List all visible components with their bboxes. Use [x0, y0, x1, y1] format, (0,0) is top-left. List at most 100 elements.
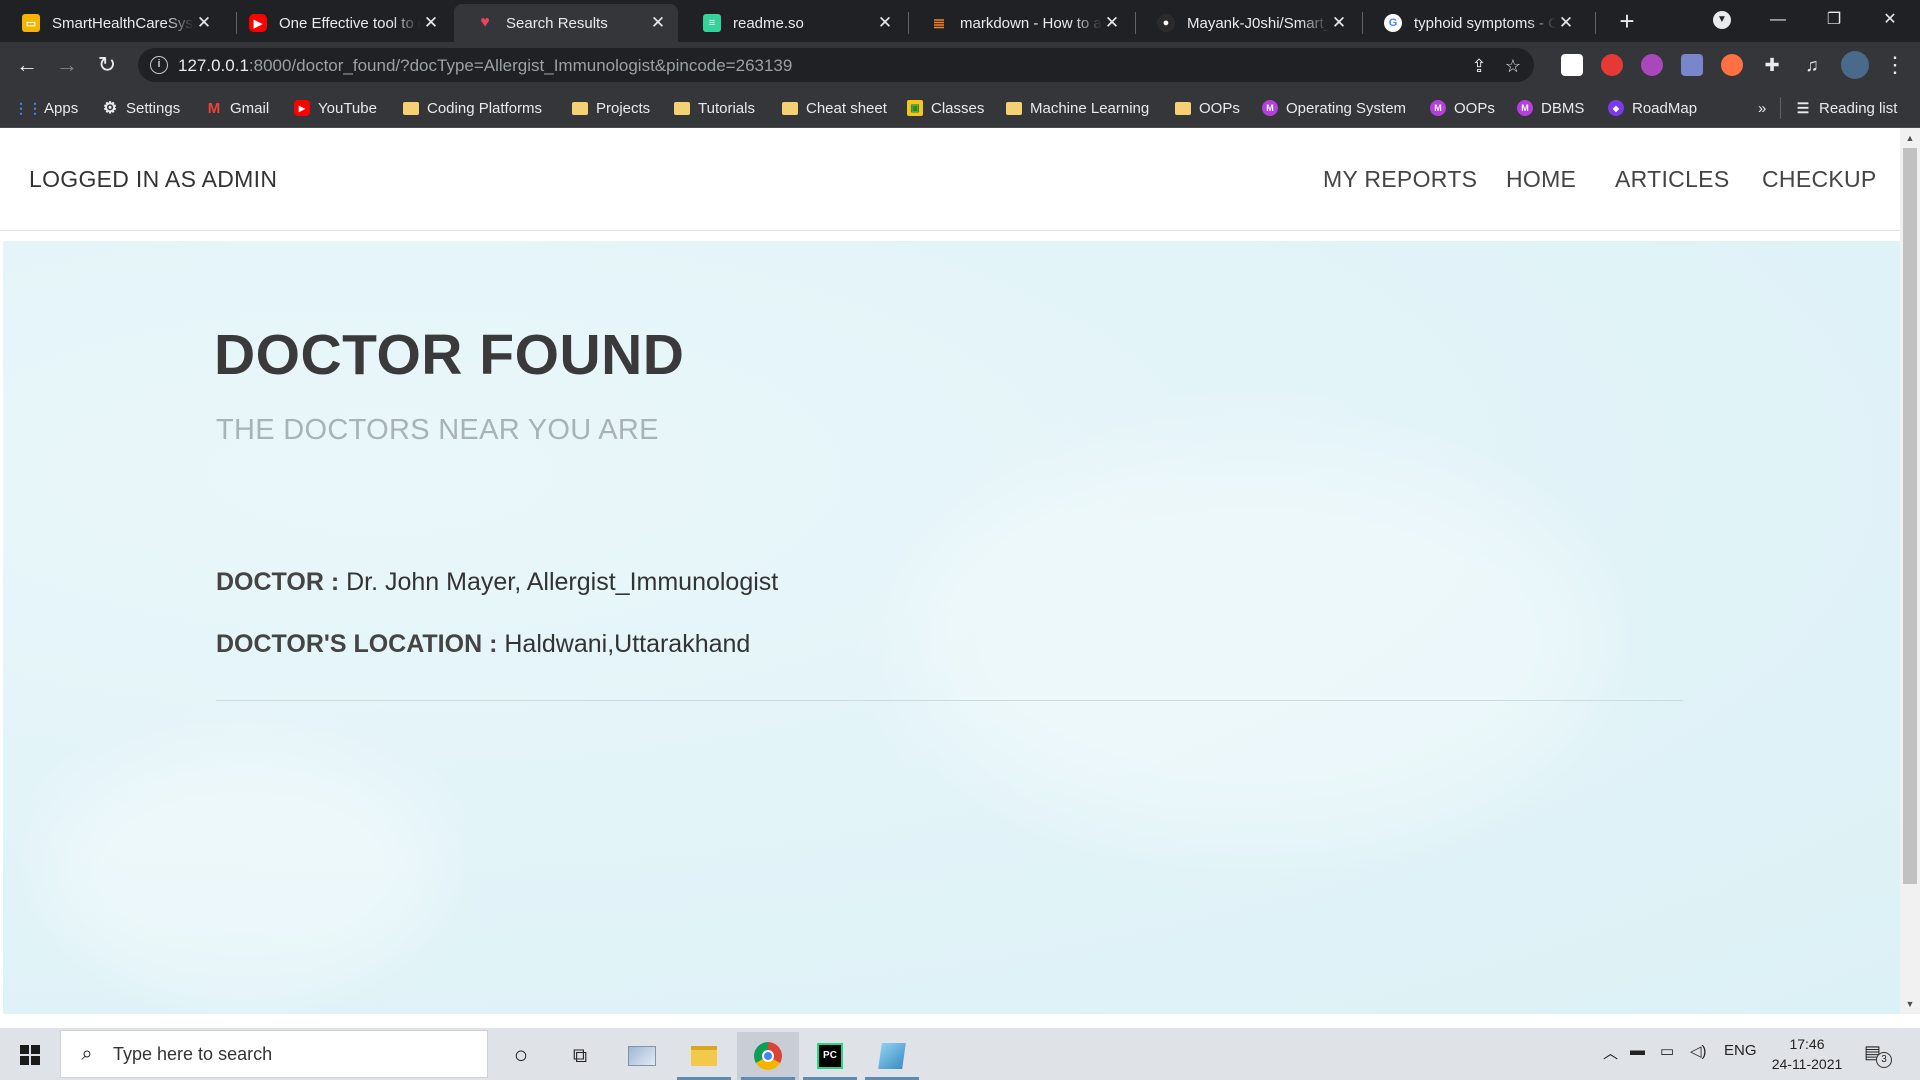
web-page: LOGGED IN AS ADMIN MY REPORTS HOME ARTIC…	[0, 128, 1900, 1014]
bookmark-folder-cheat-sheet[interactable]: Cheat sheet	[782, 97, 887, 119]
reading-list-icon: ☰	[1796, 99, 1810, 116]
reload-icon[interactable]: ↻	[92, 50, 122, 80]
tab-search-chevron-icon[interactable]: ▼	[1713, 11, 1731, 29]
close-icon[interactable]: ✕	[648, 13, 668, 33]
bookmark-settings[interactable]: ⚙ Settings	[102, 97, 180, 119]
photos-app-icon[interactable]	[611, 1032, 673, 1080]
browser-tab[interactable]: ▶ One Effective tool to c ✕	[227, 4, 451, 42]
share-icon[interactable]: ⇪	[1468, 55, 1490, 77]
reading-list-button[interactable]: ☰ Reading list	[1795, 97, 1898, 119]
bookmarks-divider	[1780, 97, 1781, 119]
browser-tab[interactable]: ≣ markdown - How to a ✕	[908, 4, 1132, 42]
bookmark-oops-m[interactable]: M OOPs	[1430, 97, 1495, 119]
scroll-down-arrow-icon[interactable]: ▼	[1900, 996, 1920, 1012]
address-bar[interactable]: i 127.0.0.1:8000/doctor_found/?docType=A…	[138, 48, 1534, 82]
bookmark-dbms[interactable]: M DBMS	[1517, 97, 1584, 119]
page-scrollbar[interactable]: ▲ ▼	[1900, 128, 1920, 1014]
nav-my-reports[interactable]: MY REPORTS	[1323, 166, 1477, 193]
cortana-circle-icon[interactable]: ○	[490, 1032, 552, 1080]
browser-tab-strip: ▭ SmartHealthCareSyste ✕ ▶ One Effective…	[0, 0, 1920, 42]
bookmark-folder-machine-learning[interactable]: Machine Learning	[1006, 97, 1149, 119]
location-label: DOCTOR'S LOCATION :	[216, 630, 498, 658]
close-icon[interactable]: ✕	[194, 13, 214, 33]
site-brand[interactable]: LOGGED IN AS ADMIN	[29, 166, 277, 193]
stackoverflow-icon: ≣	[932, 15, 946, 32]
close-icon[interactable]: ✕	[421, 13, 441, 33]
analytics-extension-icon[interactable]	[1561, 54, 1583, 76]
pycharm-app-icon[interactable]: PC	[799, 1032, 861, 1080]
bookmark-folder-oops[interactable]: OOPs	[1175, 97, 1240, 119]
bookmark-roadmap[interactable]: ◆ RoadMap	[1608, 97, 1697, 119]
reading-list-label: Reading list	[1819, 99, 1898, 117]
chrome-menu-icon[interactable]: ⋮	[1880, 50, 1910, 80]
shield-extension-icon[interactable]	[1601, 54, 1623, 76]
tab-title: SmartHealthCareSyste	[52, 14, 194, 32]
folder-icon	[782, 101, 798, 115]
nav-articles[interactable]: ARTICLES	[1615, 166, 1729, 193]
browser-tab-active[interactable]: ♥ Search Results ✕	[454, 4, 678, 42]
start-button[interactable]	[0, 1028, 60, 1080]
task-view-icon[interactable]: ⧉	[549, 1032, 611, 1080]
m-badge-icon: M	[1430, 100, 1446, 116]
site-info-icon[interactable]: i	[150, 56, 168, 74]
battery-icon[interactable]: ▬	[1630, 1042, 1645, 1059]
bookmark-folder-projects[interactable]: Projects	[572, 97, 650, 119]
bookmark-youtube[interactable]: ▶ YouTube	[294, 97, 377, 119]
bookmark-classes[interactable]: ▣ Classes	[907, 97, 984, 119]
tab-title: typhoid symptoms - G	[1414, 14, 1556, 32]
bookmark-gmail[interactable]: M Gmail	[206, 97, 269, 119]
forward-arrow-icon[interactable]: →	[52, 50, 82, 80]
extensions-puzzle-icon[interactable]: ✚	[1757, 50, 1787, 80]
bookmark-star-icon[interactable]: ☆	[1502, 55, 1524, 77]
volume-icon[interactable]: ◁)	[1690, 1042, 1707, 1060]
screenshot-extension-icon[interactable]	[1681, 54, 1703, 76]
colorpicker-extension-icon[interactable]	[1641, 54, 1663, 76]
background-watercolor	[43, 741, 443, 991]
slides-icon: ▭	[22, 14, 40, 32]
minimize-icon[interactable]: —	[1750, 0, 1806, 40]
network-icon[interactable]: ▭	[1660, 1042, 1674, 1060]
taskbar-search-box[interactable]: ⌕ Type here to search	[60, 1030, 488, 1078]
bookmark-label: YouTube	[318, 99, 377, 117]
nav-checkup[interactable]: CHECKUP	[1762, 166, 1877, 193]
background-watercolor	[903, 441, 1603, 841]
media-control-icon[interactable]: ♫	[1797, 50, 1827, 80]
scrollbar-thumb[interactable]	[1903, 148, 1917, 884]
tray-overflow-chevron-icon[interactable]: ︿	[1603, 1042, 1618, 1063]
back-arrow-icon[interactable]: ←	[12, 50, 42, 80]
browser-tab[interactable]: ▭ SmartHealthCareSyste ✕	[0, 4, 224, 42]
browser-tab[interactable]: G typhoid symptoms - G ✕	[1362, 4, 1586, 42]
chrome-app-icon[interactable]	[737, 1032, 799, 1080]
m-badge-icon: M	[1262, 100, 1278, 116]
close-icon[interactable]: ✕	[1556, 13, 1576, 33]
bookmark-folder-coding-platforms[interactable]: Coding Platforms	[403, 97, 542, 119]
notepad-app-icon[interactable]	[861, 1032, 923, 1080]
taskbar-clock[interactable]: 17:46 24-11-2021	[1762, 1034, 1852, 1074]
close-icon[interactable]: ✕	[1102, 13, 1122, 33]
windows-logo-icon	[20, 1045, 40, 1065]
browser-tab[interactable]: ≡ readme.so ✕	[681, 4, 905, 42]
bookmark-folder-tutorials[interactable]: Tutorials	[674, 97, 755, 119]
new-tab-plus-icon[interactable]: +	[1612, 6, 1642, 36]
restore-icon[interactable]: ❐	[1806, 0, 1862, 40]
bookmark-label: RoadMap	[1632, 99, 1698, 117]
nav-home[interactable]: HOME	[1506, 166, 1576, 193]
address-url[interactable]: 127.0.0.1:8000/doctor_found/?docType=All…	[178, 56, 792, 76]
bookmarks-overflow-chevron-icon[interactable]: »	[1758, 97, 1766, 119]
file-explorer-icon[interactable]	[673, 1032, 735, 1080]
close-icon[interactable]: ✕	[1329, 13, 1349, 33]
bookmark-apps[interactable]: ⋮⋮ Apps	[14, 97, 78, 119]
language-indicator[interactable]: ENG	[1724, 1042, 1757, 1059]
folder-icon	[572, 101, 588, 115]
bookmark-label: OOPs	[1199, 99, 1240, 117]
browser-tab[interactable]: ● Mayank-J0shi/Smart_I ✕	[1135, 4, 1359, 42]
bookmark-operating-system[interactable]: M Operating System	[1262, 97, 1406, 119]
window-close-icon[interactable]: ✕	[1862, 0, 1918, 40]
scroll-up-arrow-icon[interactable]: ▲	[1900, 130, 1920, 146]
close-icon[interactable]: ✕	[875, 13, 895, 33]
color-extension-icon[interactable]	[1721, 54, 1743, 76]
folder-icon	[403, 101, 419, 115]
profile-avatar[interactable]	[1841, 51, 1869, 79]
tab-title: readme.so	[733, 14, 804, 32]
action-center-button[interactable]: ▤ 3	[1864, 1040, 1892, 1068]
